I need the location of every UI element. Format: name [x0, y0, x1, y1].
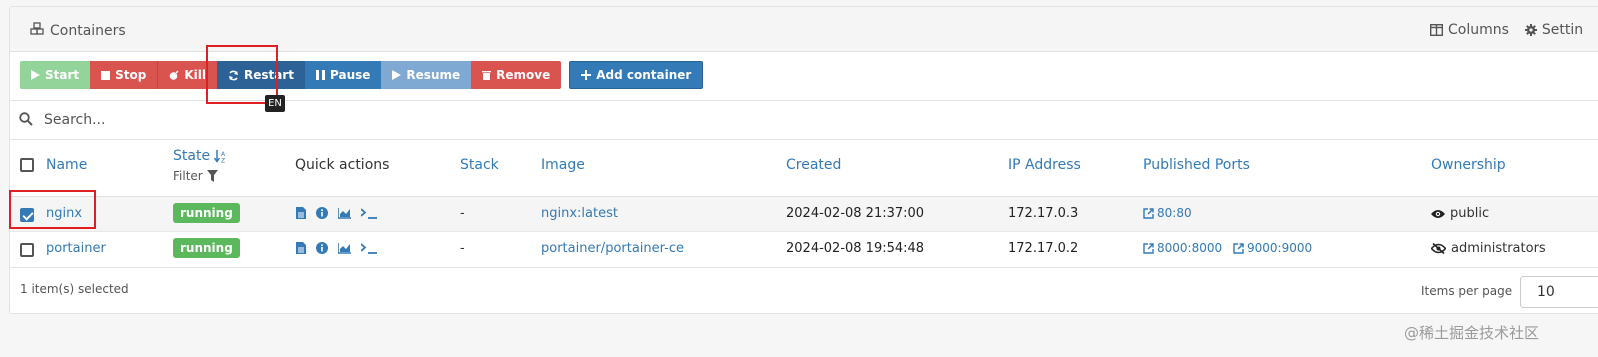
column-stack-header[interactable]: Stack — [460, 157, 499, 173]
select-all-checkbox[interactable] — [20, 158, 34, 172]
stop-button[interactable]: Stop — [90, 61, 158, 89]
sort-icon: AZ — [214, 149, 226, 163]
console-icon[interactable] — [361, 242, 378, 254]
console-icon[interactable] — [361, 207, 378, 219]
info-icon[interactable] — [316, 242, 328, 254]
port-label: 8000:8000 — [1157, 241, 1223, 255]
table-row[interactable]: portainer running - portainer/portainer-… — [10, 231, 1598, 268]
selection-count: 1 item(s) selected — [20, 282, 129, 296]
add-container-button[interactable]: Add container — [569, 61, 704, 89]
created-value: 2024-02-08 21:37:00 — [786, 206, 925, 221]
image-link[interactable]: nginx:latest — [541, 206, 618, 221]
port-label: 9000:9000 — [1247, 241, 1313, 255]
ip-value: 172.17.0.2 — [1008, 241, 1079, 256]
stop-label: Stop — [115, 68, 147, 82]
column-image-header[interactable]: Image — [541, 157, 585, 173]
gear-icon — [1524, 24, 1537, 36]
search-icon — [19, 112, 33, 126]
image-link[interactable]: portainer/portainer-ce — [541, 241, 684, 256]
column-quick-actions-header: Quick actions — [295, 157, 390, 173]
items-per-page-label: Items per page — [1421, 284, 1513, 298]
ownership-value: public — [1431, 206, 1489, 221]
play-icon — [31, 70, 40, 80]
created-value: 2024-02-08 19:54:48 — [786, 241, 925, 256]
start-label: Start — [45, 68, 80, 82]
logs-icon[interactable] — [296, 207, 306, 219]
columns-label: Columns — [1448, 22, 1509, 38]
play-icon — [392, 70, 402, 80]
eye-icon — [1431, 209, 1445, 218]
remove-button[interactable]: Remove — [471, 61, 562, 89]
pause-button[interactable]: Pause — [305, 61, 382, 89]
panel-title-text: Containers — [50, 22, 126, 39]
column-ip-header[interactable]: IP Address — [1008, 157, 1081, 173]
column-ports-header[interactable]: Published Ports — [1143, 157, 1250, 173]
filter-icon — [206, 170, 218, 182]
cubes-icon — [30, 22, 44, 39]
add-container-label: Add container — [596, 68, 692, 82]
stack-value: - — [460, 206, 465, 221]
pause-icon — [316, 70, 326, 80]
port-label: 80:80 — [1157, 206, 1192, 220]
bomb-icon — [170, 70, 179, 80]
filter-label: Filter — [173, 169, 203, 183]
column-ownership-header[interactable]: Ownership — [1431, 157, 1506, 173]
external-link-icon — [1143, 207, 1154, 219]
external-link-icon — [1233, 242, 1244, 254]
settings-label: Settin — [1541, 22, 1584, 38]
quick-actions — [296, 207, 378, 219]
port-link[interactable]: 9000:9000 — [1233, 241, 1312, 255]
kill-label: Kill — [184, 68, 206, 82]
trash-icon — [482, 71, 492, 80]
stats-icon[interactable] — [338, 242, 351, 254]
column-name-header[interactable]: Name — [46, 157, 87, 173]
settings-button[interactable]: Settin — [1524, 22, 1584, 38]
search-input[interactable] — [42, 107, 846, 133]
logs-icon[interactable] — [296, 242, 306, 254]
items-per-page-select[interactable]: 10 — [1520, 276, 1598, 308]
port-link[interactable]: 8000:8000 — [1143, 241, 1222, 255]
stack-value: - — [460, 241, 465, 256]
ime-tooltip: EN — [265, 95, 285, 112]
resume-button[interactable]: Resume — [381, 61, 472, 89]
state-filter[interactable]: Filter — [173, 169, 218, 183]
status-badge: running — [173, 238, 240, 258]
container-name-link[interactable]: portainer — [46, 241, 106, 256]
resume-label: Resume — [406, 68, 461, 82]
info-icon[interactable] — [316, 207, 328, 219]
remove-label: Remove — [496, 68, 551, 82]
column-state-label: State — [173, 148, 211, 164]
stop-icon — [101, 70, 111, 80]
port-link[interactable]: 80:80 — [1143, 206, 1192, 220]
actions-toolbar: Start Stop Kill Restart Pause Resume Rem… — [20, 61, 704, 89]
column-created-header[interactable]: Created — [786, 157, 841, 173]
eye-slash-icon — [1431, 243, 1446, 254]
status-badge: running — [173, 203, 240, 223]
columns-button[interactable]: Columns — [1430, 22, 1509, 38]
stats-icon[interactable] — [338, 207, 351, 219]
ip-value: 172.17.0.3 — [1008, 206, 1079, 221]
plus-icon — [581, 70, 592, 80]
row-checkbox[interactable] — [20, 243, 34, 257]
row-highlight-box — [9, 190, 96, 229]
ownership-label: administrators — [1451, 241, 1546, 256]
watermark: @稀土掘金技术社区 — [1404, 324, 1540, 342]
quick-actions — [296, 242, 378, 254]
columns-icon — [1430, 24, 1443, 36]
panel-title: Containers — [30, 22, 126, 39]
search-bar — [10, 100, 1598, 140]
svg-text:Z: Z — [221, 157, 225, 163]
ownership-label: public — [1450, 206, 1490, 221]
external-link-icon — [1143, 242, 1154, 254]
column-state-header[interactable]: State AZ — [173, 148, 227, 164]
ownership-value: administrators — [1431, 241, 1546, 256]
table-row[interactable]: nginx running - nginx:latest 2024-02-08 … — [10, 196, 1598, 232]
pause-label: Pause — [330, 68, 371, 82]
start-button[interactable]: Start — [20, 61, 91, 89]
